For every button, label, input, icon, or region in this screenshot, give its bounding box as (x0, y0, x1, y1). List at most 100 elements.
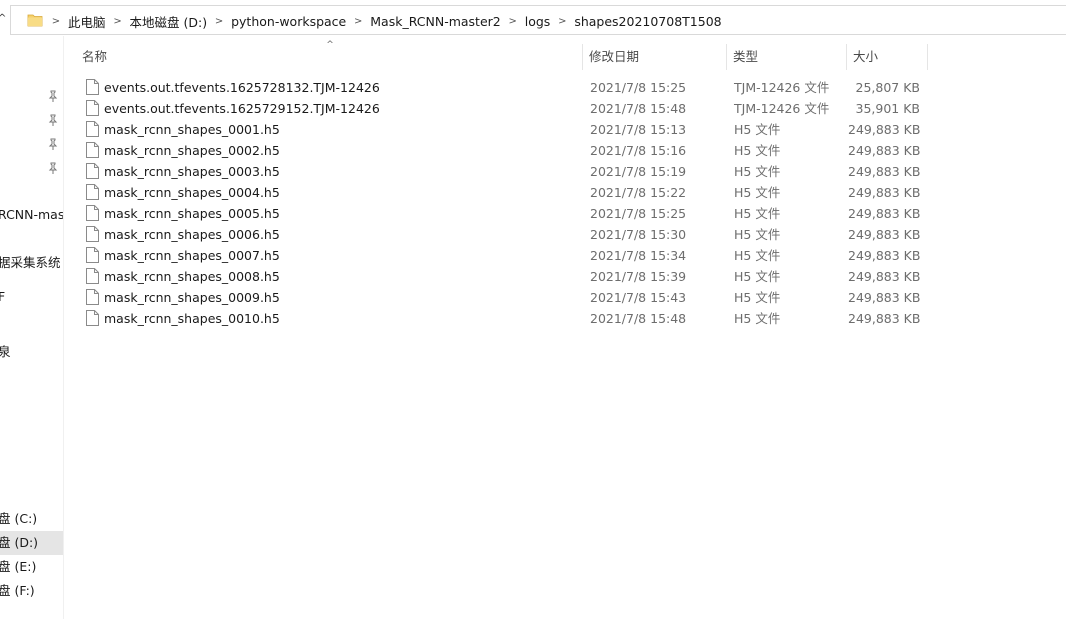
column-divider[interactable] (927, 44, 928, 70)
file-size: 249,883 KB (848, 185, 921, 200)
file-row[interactable]: mask_rcnn_shapes_0001.h5 2021/7/8 15:13 … (78, 119, 938, 140)
breadcrumb-logs[interactable]: logs (522, 14, 554, 29)
document-icon (86, 226, 99, 242)
breadcrumb-this-pc[interactable]: 此电脑 (65, 12, 109, 31)
file-row[interactable]: mask_rcnn_shapes_0007.h5 2021/7/8 15:34 … (78, 245, 938, 266)
file-type: TJM-12426 文件 (734, 101, 830, 116)
pin-icon[interactable] (46, 137, 60, 151)
nav-item-drive-e[interactable]: 盘 (E:) (0, 555, 63, 579)
nav-item-drive-d[interactable]: 盘 (D:) (0, 531, 63, 555)
file-modified-date: 2021/7/8 15:39 (590, 269, 687, 284)
file-size: 249,883 KB (848, 164, 921, 179)
file-modified-date: 2021/7/8 15:34 (590, 248, 687, 263)
file-name: events.out.tfevents.1625728132.TJM-12426 (104, 80, 380, 95)
file-row[interactable]: mask_rcnn_shapes_0010.h5 2021/7/8 15:48 … (78, 308, 938, 329)
file-size: 249,883 KB (848, 143, 921, 158)
chevron-right-icon[interactable]: > (47, 16, 65, 27)
file-modified-date: 2021/7/8 15:48 (590, 311, 687, 326)
file-type: H5 文件 (734, 290, 781, 305)
file-name: mask_rcnn_shapes_0006.h5 (104, 227, 280, 242)
file-type: H5 文件 (734, 269, 781, 284)
address-bar: ^ > 此电脑 > 本地磁盘 (D:) > python-workspace >… (0, 5, 1066, 35)
document-icon (86, 121, 99, 137)
file-size: 35,901 KB (855, 101, 920, 116)
breadcrumb-local-disk-d[interactable]: 本地磁盘 (D:) (127, 12, 211, 31)
file-name: events.out.tfevents.1625729152.TJM-12426 (104, 101, 380, 116)
breadcrumb-python-workspace[interactable]: python-workspace (228, 14, 349, 29)
file-row[interactable]: mask_rcnn_shapes_0003.h5 2021/7/8 15:19 … (78, 161, 938, 182)
nav-item-drive-c[interactable]: 盘 (C:) (0, 507, 63, 531)
column-header-date[interactable]: 修改日期 (583, 44, 726, 70)
nav-item-partial-b[interactable]: 泉 (0, 340, 63, 364)
file-type: H5 文件 (734, 164, 781, 179)
file-modified-date: 2021/7/8 15:19 (590, 164, 687, 179)
file-name: mask_rcnn_shapes_0010.h5 (104, 311, 280, 326)
folder-icon (27, 14, 43, 27)
file-size: 249,883 KB (848, 269, 921, 284)
file-modified-date: 2021/7/8 15:13 (590, 122, 687, 137)
nav-scroll-up-icon[interactable]: ^ (0, 13, 8, 25)
breadcrumb-shapes-folder[interactable]: shapes20210708T1508 (571, 14, 724, 29)
file-modified-date: 2021/7/8 15:25 (590, 80, 687, 95)
column-header-name[interactable]: 名称 (76, 44, 582, 70)
file-type: H5 文件 (734, 143, 781, 158)
file-row[interactable]: events.out.tfevents.1625729152.TJM-12426… (78, 98, 938, 119)
file-row[interactable]: mask_rcnn_shapes_0006.h5 2021/7/8 15:30 … (78, 224, 938, 245)
file-type: H5 文件 (734, 248, 781, 263)
file-name: mask_rcnn_shapes_0009.h5 (104, 290, 280, 305)
file-type: H5 文件 (734, 206, 781, 221)
chevron-right-icon[interactable]: > (553, 16, 571, 27)
file-name: mask_rcnn_shapes_0007.h5 (104, 248, 280, 263)
file-type: H5 文件 (734, 311, 781, 326)
file-name: mask_rcnn_shapes_0002.h5 (104, 143, 280, 158)
breadcrumb-mask-rcnn-master2[interactable]: Mask_RCNN-master2 (367, 14, 503, 29)
file-row[interactable]: events.out.tfevents.1625728132.TJM-12426… (78, 77, 938, 98)
file-row[interactable]: mask_rcnn_shapes_0008.h5 2021/7/8 15:39 … (78, 266, 938, 287)
file-modified-date: 2021/7/8 15:16 (590, 143, 687, 158)
file-name: mask_rcnn_shapes_0004.h5 (104, 185, 280, 200)
file-row[interactable]: mask_rcnn_shapes_0002.h5 2021/7/8 15:16 … (78, 140, 938, 161)
chevron-right-icon[interactable]: > (109, 16, 127, 27)
breadcrumb: > 此电脑 > 本地磁盘 (D:) > python-workspace > M… (47, 6, 725, 36)
document-icon (86, 163, 99, 179)
chevron-right-icon[interactable]: > (210, 16, 228, 27)
file-size: 249,883 KB (848, 248, 921, 263)
file-type: H5 文件 (734, 227, 781, 242)
file-size: 249,883 KB (848, 290, 921, 305)
file-size: 249,883 KB (848, 122, 921, 137)
file-row[interactable]: mask_rcnn_shapes_0009.h5 2021/7/8 15:43 … (78, 287, 938, 308)
file-size: 249,883 KB (848, 227, 921, 242)
file-type: H5 文件 (734, 122, 781, 137)
pin-icon[interactable] (46, 89, 60, 103)
file-name: mask_rcnn_shapes_0005.h5 (104, 206, 280, 221)
file-size: 249,883 KB (848, 206, 921, 221)
file-size: 25,807 KB (855, 80, 920, 95)
address-box[interactable]: > 此电脑 > 本地磁盘 (D:) > python-workspace > M… (10, 5, 1066, 35)
file-type: TJM-12426 文件 (734, 80, 830, 95)
chevron-right-icon[interactable]: > (349, 16, 367, 27)
file-type: H5 文件 (734, 185, 781, 200)
file-explorer-window: ^ > 此电脑 > 本地磁盘 (D:) > python-workspace >… (0, 0, 1066, 619)
nav-item-partial-a[interactable]: F (0, 285, 63, 309)
pin-icon[interactable] (46, 161, 60, 175)
file-row[interactable]: mask_rcnn_shapes_0005.h5 2021/7/8 15:25 … (78, 203, 938, 224)
navigation-pane: RCNN-mas 据采集系统 F 泉 盘 (C:) 盘 (D:) 盘 (E:) … (0, 36, 64, 619)
document-icon (86, 310, 99, 326)
document-icon (86, 289, 99, 305)
document-icon (86, 142, 99, 158)
document-icon (86, 79, 99, 95)
document-icon (86, 184, 99, 200)
document-icon (86, 247, 99, 263)
file-row[interactable]: mask_rcnn_shapes_0004.h5 2021/7/8 15:22 … (78, 182, 938, 203)
nav-item-app-folder[interactable]: 据采集系统 (0, 251, 63, 275)
file-name: mask_rcnn_shapes_0001.h5 (104, 122, 280, 137)
file-modified-date: 2021/7/8 15:22 (590, 185, 687, 200)
nav-item-drive-f[interactable]: 盘 (F:) (0, 579, 63, 603)
file-name: mask_rcnn_shapes_0008.h5 (104, 269, 280, 284)
document-icon (86, 268, 99, 284)
pin-icon[interactable] (46, 113, 60, 127)
nav-item-project-folder[interactable]: RCNN-mas (0, 203, 63, 227)
column-header-type[interactable]: 类型 (727, 44, 846, 70)
column-header-size[interactable]: 大小 (847, 44, 927, 70)
chevron-right-icon[interactable]: > (504, 16, 522, 27)
